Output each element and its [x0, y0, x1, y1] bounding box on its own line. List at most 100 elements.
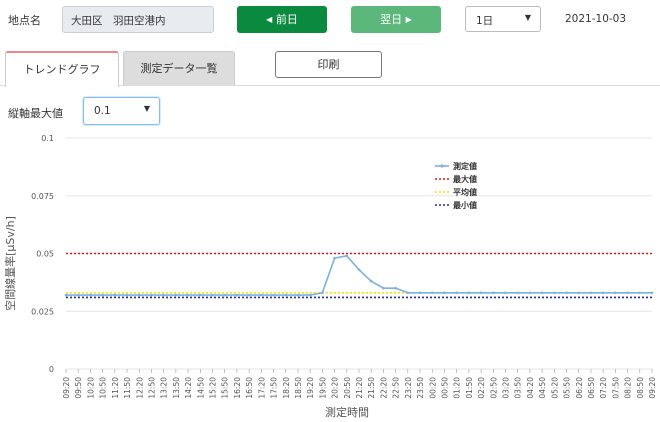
measured-line: [66, 254, 652, 296]
data-point: [382, 286, 385, 290]
data-point: [577, 291, 581, 295]
x-tick-label: 09:50: [74, 377, 83, 399]
tab-trend-graph[interactable]: トレンドグラフ: [5, 51, 119, 87]
y-max-select-value: 0.1: [94, 105, 111, 117]
y-tick-label: 0.1: [41, 134, 54, 143]
x-tick-label: 09:20: [62, 377, 71, 399]
data-point: [528, 291, 532, 295]
data-point: [333, 256, 336, 260]
data-point: [296, 293, 300, 297]
data-point: [516, 291, 520, 295]
x-tick-label: 11:50: [123, 377, 132, 399]
x-tick-label: 22:20: [379, 377, 388, 399]
legend-swatch-marker: [440, 164, 444, 168]
legend-label: 最大値: [453, 174, 477, 184]
x-tick-label: 08:20: [624, 377, 633, 399]
data-point: [601, 291, 605, 295]
legend-label: 測定値: [453, 161, 477, 171]
x-tick-label: 18:20: [282, 377, 291, 399]
x-tick-label: 12:20: [135, 377, 144, 399]
data-point: [479, 291, 483, 295]
x-tick-label: 10:50: [99, 377, 108, 399]
x-tick-label: 14:20: [184, 377, 193, 399]
x-tick-label: 16:50: [245, 377, 254, 399]
data-point: [418, 291, 422, 295]
x-tick-label: 14:50: [196, 377, 205, 399]
data-point: [430, 291, 434, 295]
data-point: [198, 293, 202, 297]
data-point: [272, 293, 275, 297]
print-button[interactable]: 印刷: [275, 51, 382, 78]
x-tick-label: 06:20: [575, 377, 584, 399]
data-point: [76, 293, 80, 297]
range-select-value: 1日: [476, 15, 494, 27]
x-tick-label: 16:20: [233, 377, 242, 399]
x-tick-label: 05:50: [563, 377, 572, 399]
x-tick-label: 19:20: [306, 377, 315, 399]
data-point: [638, 291, 642, 295]
prev-day-button[interactable]: ◀ 前日: [237, 6, 327, 33]
data-point: [394, 286, 397, 290]
y-tick-label: 0.025: [31, 307, 54, 316]
x-tick-label: 03:50: [514, 377, 523, 399]
data-point: [650, 291, 654, 295]
range-select[interactable]: 1日 ▼: [465, 6, 541, 32]
x-tick-label: 21:50: [367, 377, 376, 399]
data-point: [626, 291, 629, 295]
data-point: [308, 293, 312, 297]
data-point: [64, 293, 68, 297]
data-point: [504, 291, 507, 295]
chevron-down-icon: ▼: [143, 104, 150, 113]
y-max-label: 縦軸最大値: [8, 107, 63, 120]
chevron-down-icon: ▼: [524, 13, 531, 22]
caret-left-icon: ◀: [266, 15, 273, 24]
data-point: [553, 291, 556, 295]
data-point: [260, 293, 263, 297]
data-point: [284, 293, 288, 297]
data-point: [540, 291, 544, 295]
y-tick-label: 0: [49, 365, 54, 374]
data-point: [137, 293, 141, 297]
x-tick-label: 20:50: [343, 377, 352, 399]
y-axis-label: 空間線量率[μSv/h]: [3, 216, 17, 311]
measured-series: [64, 254, 654, 297]
data-point: [369, 279, 373, 283]
data-point: [614, 291, 617, 295]
x-tick-label: 07:50: [611, 377, 620, 399]
prev-day-label: 前日: [275, 13, 298, 26]
x-tick-label: 15:50: [221, 377, 230, 399]
data-point: [211, 293, 214, 297]
location-label: 地点名: [8, 14, 41, 27]
tab-data-list[interactable]: 測定データ一覧: [123, 51, 235, 86]
x-tick-label: 17:50: [270, 377, 279, 399]
y-max-select[interactable]: 0.1 ▼: [83, 97, 160, 125]
x-tick-label: 12:50: [147, 377, 156, 399]
legend-label: 最小値: [453, 200, 477, 210]
x-tick-label: 17:20: [257, 377, 266, 399]
x-tick-label: 20:20: [331, 377, 340, 399]
x-tick-label: 07:20: [599, 377, 608, 399]
data-point: [174, 293, 178, 297]
x-tick-label: 01:50: [465, 377, 474, 399]
x-tick-label: 03:20: [502, 377, 511, 399]
data-point: [357, 268, 361, 271]
x-tick-label: 18:50: [294, 377, 303, 399]
data-point: [443, 291, 446, 295]
y-tick-label: 0.075: [31, 192, 54, 201]
data-point: [467, 291, 471, 295]
data-point: [125, 293, 129, 297]
caret-right-icon: ▶: [405, 15, 412, 24]
reference-lines: [66, 252, 652, 299]
chart-legend: 測定値最大値平均値最小値: [435, 161, 477, 210]
data-point: [223, 293, 227, 297]
x-tick-label: 06:50: [587, 377, 596, 399]
location-field[interactable]: 大田区 羽田空港内: [62, 6, 214, 33]
x-tick-label: 13:20: [160, 377, 169, 399]
data-point: [113, 293, 117, 297]
x-tick-label: 19:50: [318, 377, 327, 399]
data-point: [186, 293, 190, 297]
data-point: [321, 291, 324, 295]
x-tick-label: 02:50: [489, 377, 498, 399]
next-day-button[interactable]: 翌日 ▶: [351, 6, 441, 33]
x-tick-label: 15:20: [209, 377, 218, 399]
